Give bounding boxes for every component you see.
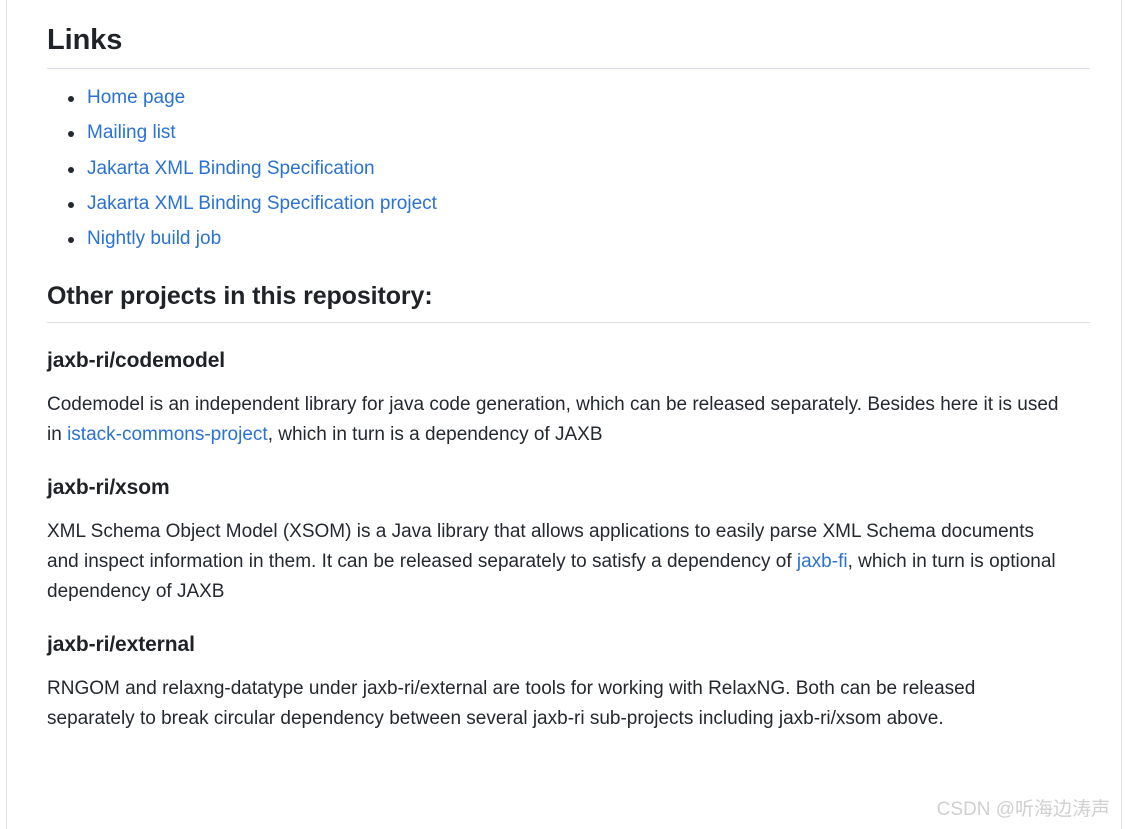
link-nightly-build-job[interactable]: Nightly build job: [87, 228, 221, 249]
project-description-xsom: XML Schema Object Model (XSOM) is a Java…: [47, 517, 1067, 607]
project-title-xsom: jaxb-ri/xsom: [47, 475, 170, 499]
description-text: RNGOM and relaxng-datatype under jaxb-ri…: [47, 678, 976, 730]
link-jakarta-xml-binding-specification[interactable]: Jakarta XML Binding Specification: [87, 158, 375, 179]
readme-content: Links Home page Mailing list Jakarta XML…: [7, 0, 1121, 734]
project-description-codemodel: Codemodel is an independent library for …: [47, 390, 1067, 450]
other-projects-heading: Other projects in this repository:: [47, 261, 1090, 323]
links-list: Home page Mailing list Jakarta XML Bindi…: [47, 85, 1090, 252]
document-container: Links Home page Mailing list Jakarta XML…: [6, 0, 1122, 829]
list-item: Home page: [68, 85, 1090, 111]
description-text: , which in turn is a dependency of JAXB: [267, 423, 603, 445]
link-jaxb-fi[interactable]: jaxb-fi: [797, 551, 848, 572]
link-istack-commons-project[interactable]: istack-commons-project: [67, 424, 268, 445]
list-item: Jakarta XML Binding Specification: [68, 156, 1090, 182]
project-title-codemodel: jaxb-ri/codemodel: [47, 348, 226, 372]
link-jakarta-xml-binding-specification-project[interactable]: Jakarta XML Binding Specification projec…: [87, 193, 437, 214]
links-heading: Links: [47, 0, 1090, 70]
list-item: Jakarta XML Binding Specification projec…: [68, 191, 1090, 217]
list-item: Mailing list: [68, 120, 1090, 146]
project-title-external: jaxb-ri/external: [47, 633, 195, 657]
project-description-external: RNGOM and relaxng-datatype under jaxb-ri…: [47, 674, 1067, 734]
csdn-watermark: CSDN @听海边涛声: [936, 799, 1110, 820]
link-mailing-list[interactable]: Mailing list: [87, 122, 176, 143]
list-item: Nightly build job: [68, 226, 1090, 252]
link-home-page[interactable]: Home page: [87, 87, 185, 108]
